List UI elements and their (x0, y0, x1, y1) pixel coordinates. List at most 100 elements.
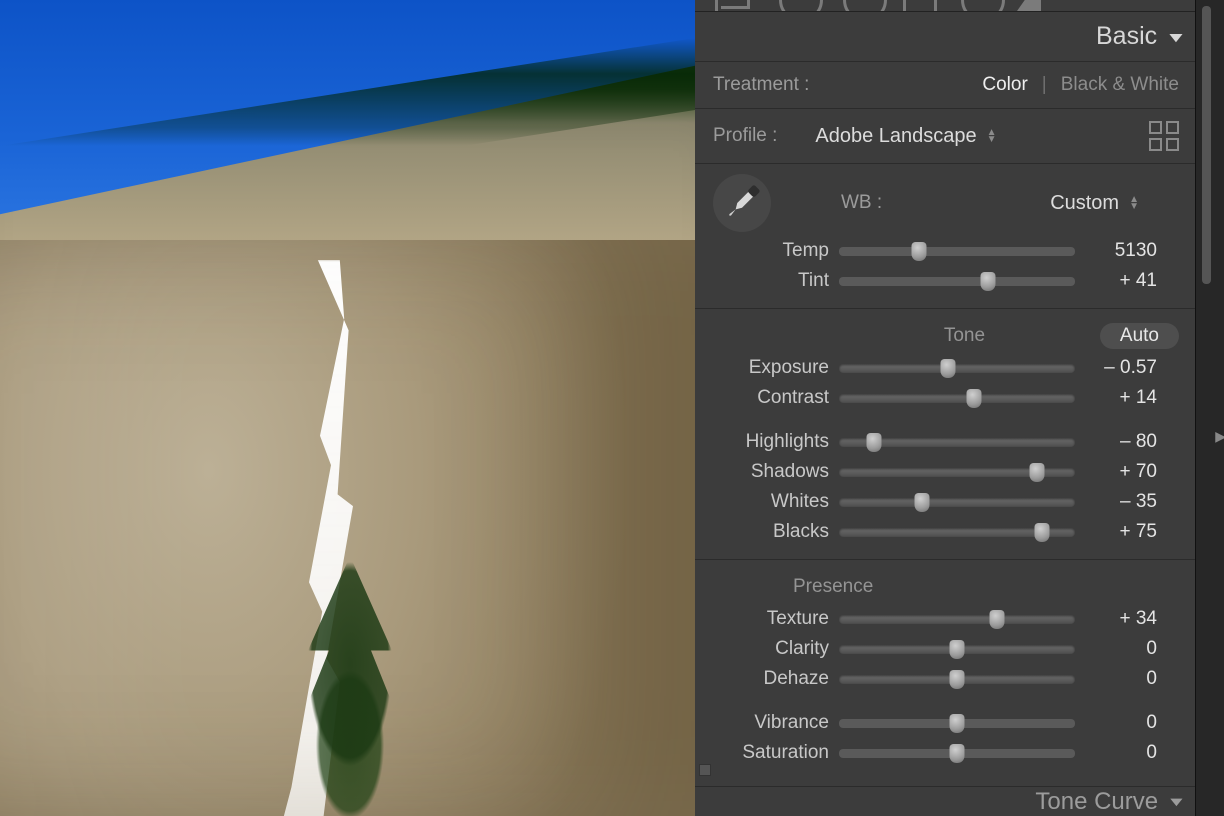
slider-value[interactable]: + 41 (1085, 270, 1157, 292)
slider-track[interactable] (839, 438, 1075, 447)
spot-tool-icon[interactable] (779, 0, 823, 12)
slider-label: Highlights (713, 431, 829, 453)
slider-label: Clarity (713, 638, 829, 660)
panel-switch[interactable] (699, 764, 711, 776)
slider-label: Dehaze (713, 668, 829, 690)
grad-tool-icon[interactable] (903, 0, 937, 12)
brush-tool-icon[interactable] (1017, 0, 1041, 11)
slider-track[interactable] (839, 719, 1075, 728)
slider-track[interactable] (839, 528, 1075, 537)
collapse-icon: ▼ (1165, 29, 1187, 45)
radial-tool-icon[interactable] (961, 0, 1005, 12)
wb-value: Custom (1050, 192, 1119, 215)
slider-track[interactable] (839, 468, 1075, 477)
slider-value[interactable]: 0 (1085, 638, 1157, 660)
slider-tint[interactable]: Tint + 41 (713, 266, 1179, 296)
slider-knob[interactable] (980, 272, 995, 291)
slider-knob[interactable] (950, 744, 965, 763)
slider-track[interactable] (839, 498, 1075, 507)
collapse-icon: ▼ (1166, 794, 1187, 809)
image-preview[interactable] (0, 0, 695, 816)
crop-tool-icon[interactable] (715, 0, 751, 12)
slider-blacks[interactable]: Blacks + 75 (713, 517, 1179, 547)
scroll-thumb[interactable] (1202, 6, 1211, 284)
slider-value[interactable]: + 75 (1085, 521, 1157, 543)
panel-scrollbar[interactable]: ▶ (1195, 0, 1224, 816)
slider-knob[interactable] (867, 433, 882, 452)
basic-panel-title: Basic (1096, 22, 1157, 51)
slider-label: Temp (713, 240, 829, 262)
profile-value: Adobe Landscape (815, 125, 976, 148)
slider-knob[interactable] (940, 359, 955, 378)
slider-value[interactable]: – 35 (1085, 491, 1157, 513)
slider-value[interactable]: + 14 (1085, 387, 1157, 409)
slider-knob[interactable] (914, 493, 929, 512)
slider-track[interactable] (839, 247, 1075, 256)
treatment-bw[interactable]: Black & White (1061, 74, 1179, 96)
slider-knob[interactable] (950, 640, 965, 659)
slider-value[interactable]: 5130 (1085, 240, 1157, 262)
slider-knob[interactable] (912, 242, 927, 261)
slider-label: Contrast (713, 387, 829, 409)
slider-texture[interactable]: Texture + 34 (713, 604, 1179, 634)
slider-knob[interactable] (966, 389, 981, 408)
basic-panel-header[interactable]: Basic ▼ (695, 12, 1195, 62)
slider-temp[interactable]: Temp 5130 (713, 236, 1179, 266)
slider-label: Tint (713, 270, 829, 292)
redeye-tool-icon[interactable] (843, 0, 887, 12)
slider-knob[interactable] (1030, 463, 1045, 482)
slider-label: Shadows (713, 461, 829, 483)
tool-strip (695, 0, 1195, 12)
treatment-color[interactable]: Color (982, 74, 1027, 96)
slider-highlights[interactable]: Highlights – 80 (713, 427, 1179, 457)
slider-track[interactable] (839, 615, 1075, 624)
tone-curve-panel-header[interactable]: Tone Curve ▼ (695, 786, 1195, 816)
slider-label: Saturation (713, 742, 829, 764)
updown-icon: ▲▼ (987, 129, 997, 143)
slider-value[interactable]: + 34 (1085, 608, 1157, 630)
slider-track[interactable] (839, 645, 1075, 654)
slider-dehaze[interactable]: Dehaze 0 (713, 664, 1179, 694)
slider-track[interactable] (839, 394, 1075, 403)
slider-exposure[interactable]: Exposure – 0.57 (713, 353, 1179, 383)
tone-curve-title: Tone Curve (1035, 788, 1158, 816)
slider-track[interactable] (839, 675, 1075, 684)
presence-heading: Presence (793, 576, 1179, 598)
treatment-label: Treatment : (713, 74, 809, 96)
slider-value[interactable]: 0 (1085, 712, 1157, 734)
slider-value[interactable]: – 0.57 (1085, 357, 1157, 379)
slider-label: Vibrance (713, 712, 829, 734)
profile-label: Profile : (713, 125, 777, 147)
slider-label: Blacks (713, 521, 829, 543)
wb-label: WB : (841, 192, 882, 214)
slider-label: Exposure (713, 357, 829, 379)
slider-value[interactable]: + 70 (1085, 461, 1157, 483)
slider-contrast[interactable]: Contrast + 14 (713, 383, 1179, 413)
wb-select[interactable]: Custom ▲▼ (1050, 192, 1139, 215)
slider-value[interactable]: – 80 (1085, 431, 1157, 453)
updown-icon: ▲▼ (1129, 196, 1139, 210)
slider-label: Whites (713, 491, 829, 513)
profile-browser-icon[interactable] (1149, 121, 1179, 151)
slider-knob[interactable] (950, 714, 965, 733)
wb-eyedropper-button[interactable] (713, 174, 771, 232)
slider-value[interactable]: 0 (1085, 668, 1157, 690)
tone-heading: Tone (829, 325, 1100, 347)
slider-label: Texture (713, 608, 829, 630)
expand-right-icon[interactable]: ▶ (1215, 428, 1224, 445)
slider-knob[interactable] (990, 610, 1005, 629)
profile-select[interactable]: Adobe Landscape ▲▼ (815, 125, 996, 148)
slider-vibrance[interactable]: Vibrance 0 (713, 708, 1179, 738)
slider-knob[interactable] (1034, 523, 1049, 542)
slider-knob[interactable] (950, 670, 965, 689)
slider-clarity[interactable]: Clarity 0 (713, 634, 1179, 664)
slider-shadows[interactable]: Shadows + 70 (713, 457, 1179, 487)
slider-value[interactable]: 0 (1085, 742, 1157, 764)
slider-saturation[interactable]: Saturation 0 (713, 738, 1179, 768)
eyedropper-icon (723, 184, 761, 222)
slider-track[interactable] (839, 277, 1075, 286)
slider-whites[interactable]: Whites – 35 (713, 487, 1179, 517)
slider-track[interactable] (839, 749, 1075, 758)
slider-track[interactable] (839, 364, 1075, 373)
auto-button[interactable]: Auto (1100, 323, 1179, 349)
